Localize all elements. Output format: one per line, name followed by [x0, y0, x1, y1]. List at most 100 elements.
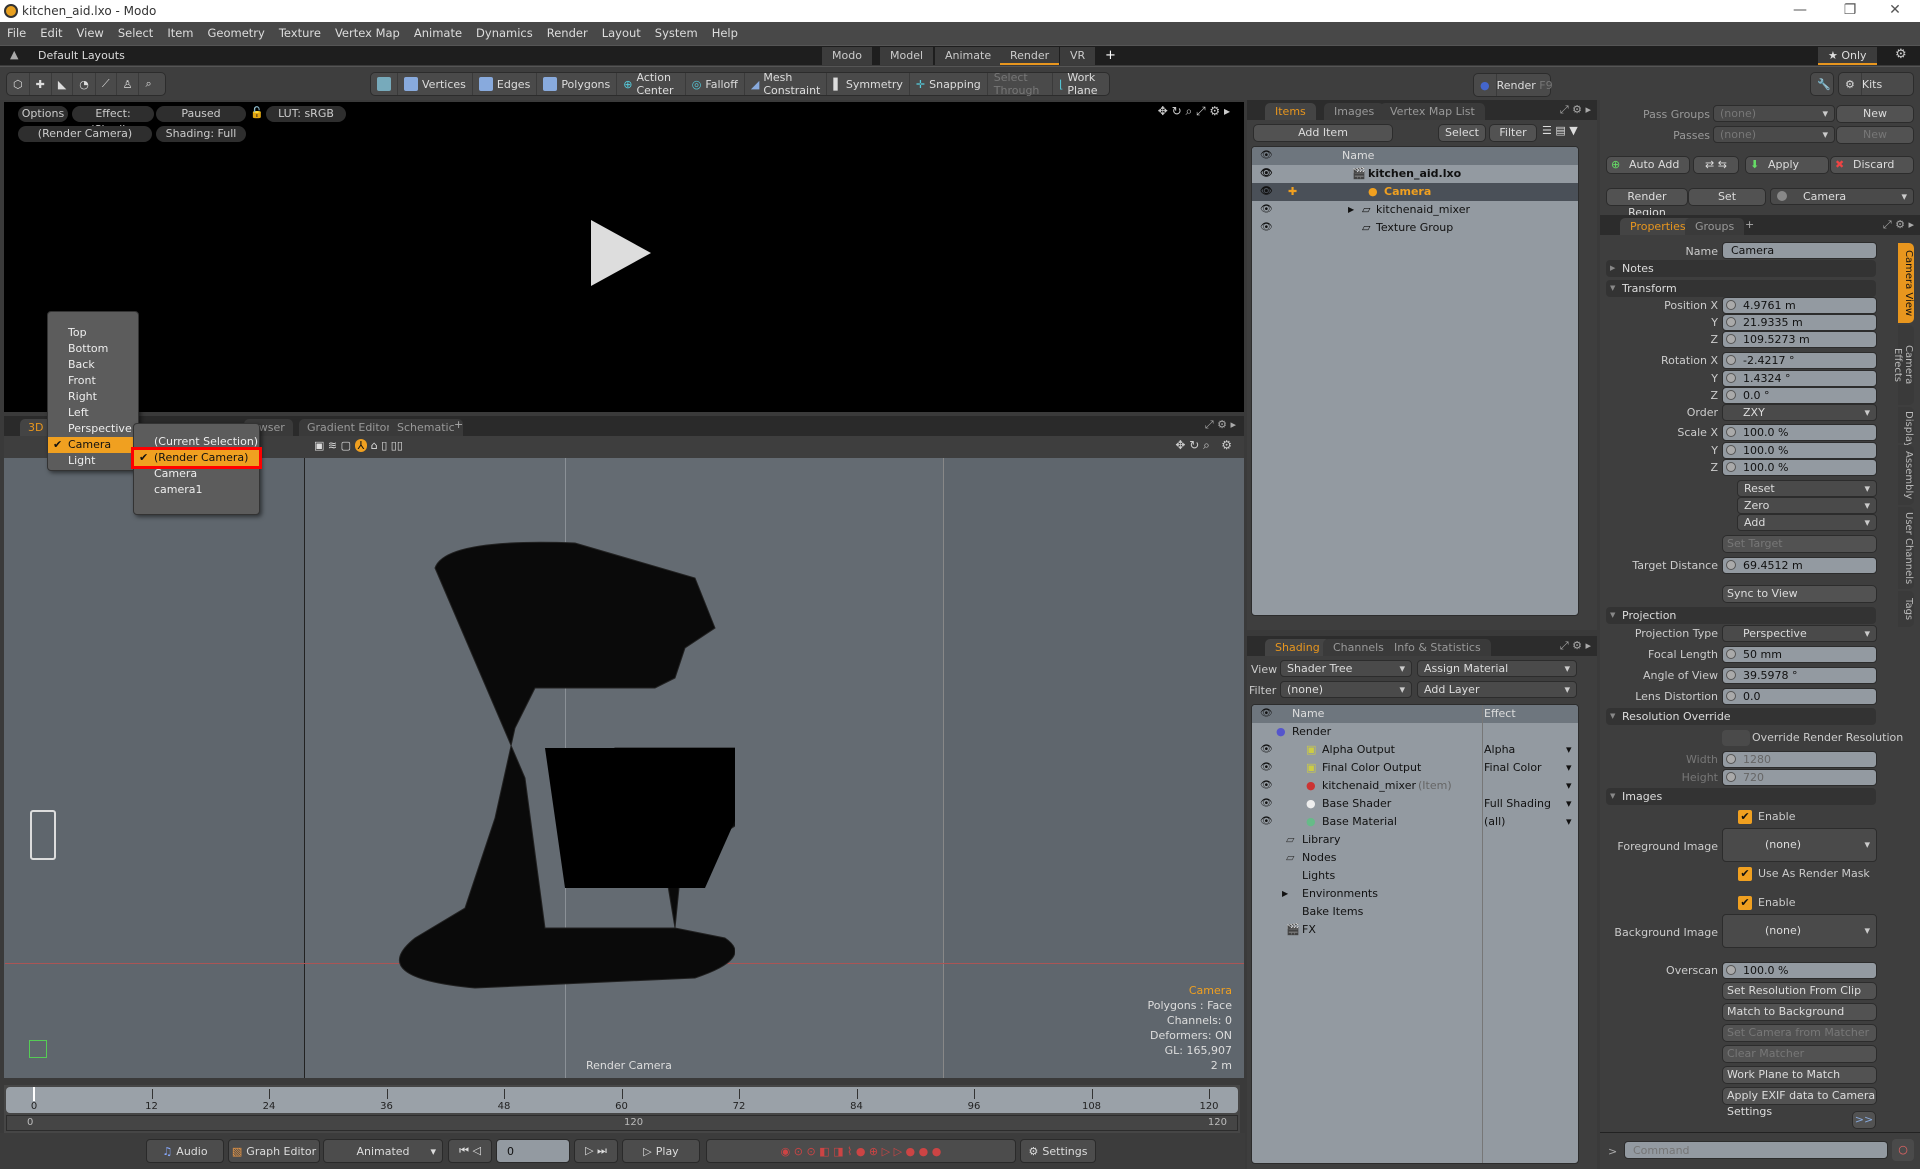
- tab-images[interactable]: Images: [1324, 103, 1385, 120]
- menu-help[interactable]: Help: [705, 22, 745, 44]
- visibility-icon[interactable]: 👁: [1260, 219, 1273, 237]
- side-tab-assembly[interactable]: Assembly: [1898, 445, 1914, 505]
- side-tab-tags[interactable]: Tags: [1898, 591, 1914, 627]
- view-controls-icon[interactable]: ✥ ↻ ⌕ ⤢ ⚙ ▸: [1158, 104, 1230, 119]
- side-tab-camera-view[interactable]: Camera View: [1898, 243, 1914, 323]
- menu-item-camera[interactable]: ✔ Camera: [48, 437, 138, 453]
- assign-material-button[interactable]: Assign Material: [1417, 660, 1577, 677]
- transform-section[interactable]: Transform: [1606, 280, 1876, 297]
- menu-texture[interactable]: Texture: [272, 22, 328, 44]
- visibility-icon[interactable]: 👁: [1260, 759, 1273, 777]
- add-dropdown[interactable]: Add: [1737, 514, 1877, 531]
- name-field[interactable]: Camera: [1722, 242, 1877, 259]
- submenu-camera1[interactable]: camera1: [134, 482, 259, 498]
- item-mode-icon[interactable]: [371, 73, 398, 95]
- viewport-display-icons[interactable]: ▣ ≋ ▢ ⅄ ⌂ ▯ ▯▯: [314, 439, 403, 452]
- side-tab-user-channels[interactable]: User Channels: [1898, 507, 1914, 589]
- menu-item-back[interactable]: Back: [48, 357, 138, 373]
- reset-dropdown[interactable]: Reset: [1737, 480, 1877, 497]
- visibility-icon[interactable]: 👁: [1260, 201, 1273, 219]
- list-options-icon[interactable]: ☰ ▤ ▼: [1542, 124, 1578, 137]
- channel-swap-icons[interactable]: ⇄ ⇆: [1693, 156, 1739, 174]
- stamp-icon[interactable]: ♙: [117, 73, 140, 95]
- expand-icon[interactable]: ▶: [1282, 885, 1288, 903]
- overscan-field[interactable]: 100.0 %: [1722, 962, 1877, 979]
- panel-options-icon[interactable]: ⤢ ⚙ ▸: [1205, 418, 1236, 432]
- shader-tree-row[interactable]: 🎬 FX: [1252, 921, 1578, 939]
- polygons-button[interactable]: Polygons: [537, 73, 618, 95]
- tab-vertex-map-list[interactable]: Vertex Map List: [1380, 103, 1485, 120]
- filter-button[interactable]: Filter: [1489, 124, 1537, 142]
- menu-item-perspective[interactable]: Perspective: [48, 421, 138, 437]
- select-icon[interactable]: ◣: [52, 73, 74, 95]
- submenu-render-camera[interactable]: ✔ (Render Camera): [131, 447, 262, 469]
- shader-tree-row[interactable]: Bake Items: [1252, 903, 1578, 921]
- layout-tab-model[interactable]: Model: [880, 47, 934, 65]
- target-distance-field[interactable]: 69.4512 m: [1722, 557, 1877, 574]
- key-controls[interactable]: ◉ ⊙ ⊙ ◧ ◨ ⌇ ● ⊕ ▷ ▷ ● ● ●: [706, 1139, 1016, 1163]
- position-z-field[interactable]: 109.5273 m: [1722, 331, 1877, 348]
- menu-view[interactable]: View: [70, 22, 111, 44]
- sculpt-icon[interactable]: ◔: [73, 73, 96, 95]
- shader-tree-row[interactable]: ● Render: [1252, 723, 1578, 741]
- effect-value[interactable]: Final Color: [1484, 759, 1542, 777]
- submenu-current-selection[interactable]: (Current Selection): [134, 434, 259, 450]
- shader-tree-row[interactable]: ▱ Nodes: [1252, 849, 1578, 867]
- menu-dynamics[interactable]: Dynamics: [469, 22, 540, 44]
- scale-z-field[interactable]: 100.0 %: [1722, 459, 1877, 476]
- new-pass-button[interactable]: New: [1836, 126, 1914, 144]
- shader-tree-row[interactable]: 👁 ▣ Alpha Output Alpha ▾: [1252, 741, 1578, 759]
- shading-dropdown[interactable]: Shading: Full: [156, 126, 246, 142]
- tree-row-texture-group[interactable]: 👁 ▱ Texture Group: [1252, 219, 1578, 237]
- shader-tree-row[interactable]: 👁 ● kitchenaid_mixer (Item) ▾: [1252, 777, 1578, 795]
- graph-editor-button[interactable]: ▧ Graph Editor: [228, 1139, 320, 1163]
- shader-tree-row[interactable]: Lights: [1252, 867, 1578, 885]
- more-button[interactable]: >>: [1852, 1111, 1876, 1129]
- effect-dropdown-icon[interactable]: ▾: [1566, 777, 1572, 795]
- background-enable-checkbox[interactable]: ✔: [1738, 896, 1752, 910]
- menu-file[interactable]: File: [0, 22, 33, 44]
- select-through-button[interactable]: Select Through: [988, 71, 1054, 97]
- set-target-button[interactable]: Set Target: [1722, 535, 1877, 553]
- skip-start-button[interactable]: ⏮ ◁: [448, 1139, 492, 1163]
- projection-type-dropdown[interactable]: Perspective: [1722, 625, 1877, 642]
- action-center-button[interactable]: ⊕ Action Center: [617, 71, 686, 97]
- lut-dropdown[interactable]: LUT: sRGB: [266, 106, 346, 122]
- layout-tab-modo[interactable]: Modo: [822, 47, 872, 65]
- restore-button[interactable]: ❐: [1830, 2, 1870, 18]
- lock-icon[interactable]: 🔓: [250, 106, 264, 119]
- skip-end-button[interactable]: ▷ ⏭: [574, 1139, 618, 1163]
- projection-section[interactable]: Projection: [1606, 607, 1876, 624]
- record-macro-icon[interactable]: ○: [1892, 1139, 1914, 1161]
- rotation-z-field[interactable]: 0.0 °: [1722, 387, 1877, 404]
- layout-tab-vr[interactable]: VR: [1060, 47, 1096, 65]
- menu-item-top[interactable]: Top: [48, 325, 138, 341]
- notes-section[interactable]: Notes: [1606, 260, 1876, 277]
- shader-tree-row[interactable]: ▱ Library: [1252, 831, 1578, 849]
- discard-button[interactable]: ✖ Discard: [1830, 156, 1914, 174]
- snapping-button[interactable]: ✛ Snapping: [910, 73, 988, 95]
- shader-tree-row[interactable]: ▶ Environments: [1252, 885, 1578, 903]
- playhead[interactable]: [33, 1087, 35, 1101]
- vertices-button[interactable]: Vertices: [398, 73, 473, 95]
- effect-dropdown-icon[interactable]: ▾: [1566, 813, 1572, 831]
- submenu-camera[interactable]: Camera: [134, 466, 259, 482]
- render-camera-dropdown[interactable]: (Render Camera): [18, 126, 152, 142]
- add-tab-button[interactable]: +: [454, 418, 463, 431]
- menu-item-bottom[interactable]: Bottom: [48, 341, 138, 357]
- rotation-x-field[interactable]: -2.4217 °: [1722, 352, 1877, 369]
- timeline-ruler[interactable]: 0 12 24 36 48 60 72 84 96 108 120: [6, 1087, 1238, 1113]
- shader-tree-row[interactable]: 👁 ▣ Final Color Output Final Color ▾: [1252, 759, 1578, 777]
- tab-shading[interactable]: Shading: [1265, 639, 1330, 656]
- side-tab-display[interactable]: Display: [1898, 407, 1914, 448]
- options-button[interactable]: Options: [18, 106, 68, 122]
- play-icon[interactable]: [591, 220, 651, 286]
- add-item-dropdown[interactable]: Add Item: [1253, 124, 1393, 142]
- command-input[interactable]: [1624, 1141, 1888, 1159]
- tree-row-scene[interactable]: 👁 🎬 kitchen_aid.lxo: [1252, 165, 1578, 183]
- order-dropdown[interactable]: ZXY: [1722, 404, 1877, 421]
- render-preview[interactable]: Options Effect: (Shadi... Paused 🔓 LUT: …: [4, 102, 1244, 412]
- play-button[interactable]: ▷ Play: [622, 1139, 700, 1163]
- menu-geometry[interactable]: Geometry: [201, 22, 272, 44]
- wrench-button[interactable]: 🔧: [1810, 72, 1834, 96]
